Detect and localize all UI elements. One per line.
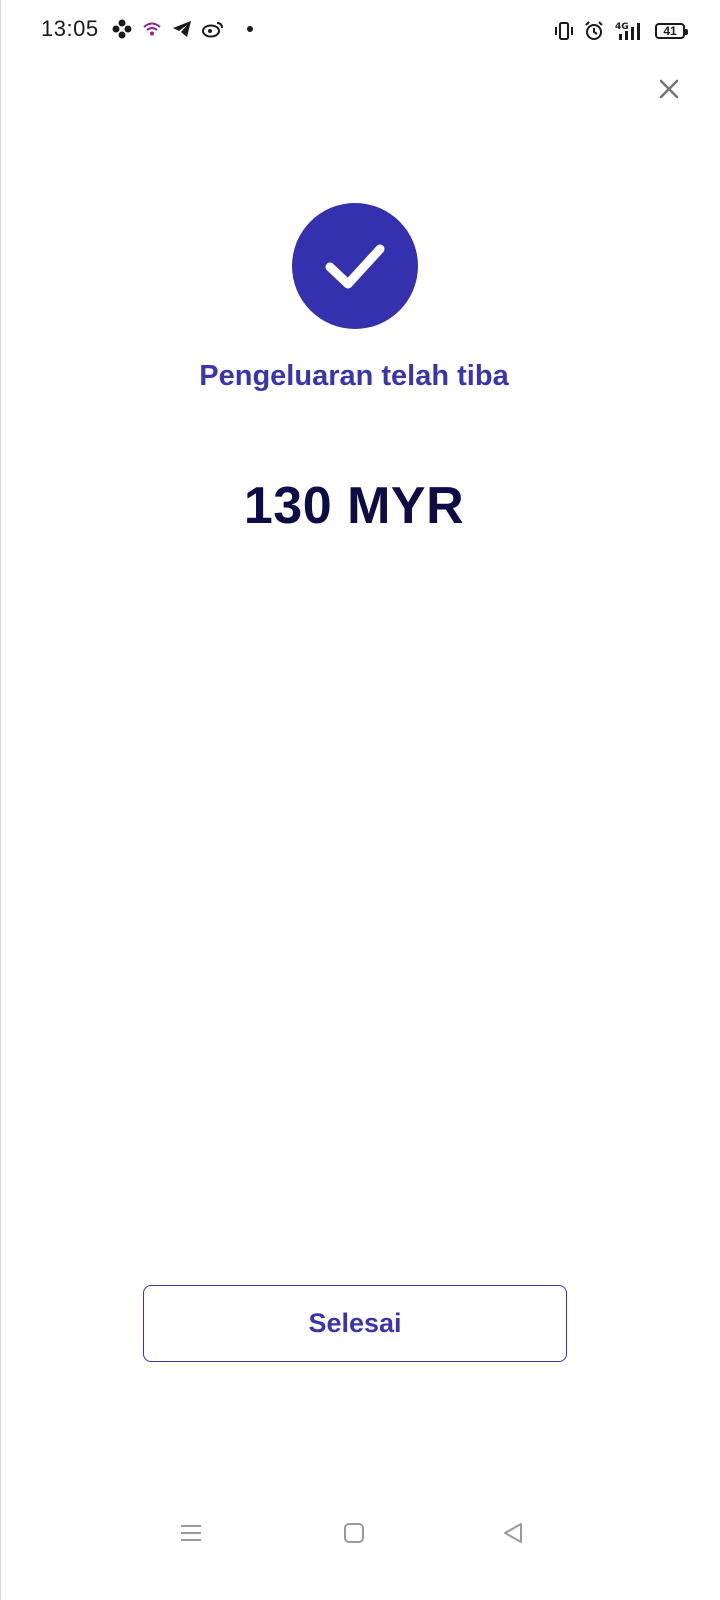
navigation-bar <box>1 1494 720 1600</box>
checkmark-icon <box>325 244 385 289</box>
status-time: 13:05 <box>41 16 99 41</box>
close-icon <box>659 79 679 99</box>
home-icon <box>344 1523 364 1543</box>
weibo-icon <box>201 18 225 40</box>
menu-icon <box>181 1525 201 1541</box>
alarm-icon <box>583 20 605 42</box>
nav-menu-button[interactable] <box>171 1518 211 1548</box>
svg-text:4G: 4G <box>615 22 629 32</box>
status-bar: 13:05 4G 41 <box>1 0 720 64</box>
signal-4g-icon: 4G <box>613 20 647 42</box>
status-left-icons <box>111 18 253 40</box>
done-button[interactable]: Selesai <box>143 1285 567 1362</box>
close-button[interactable] <box>654 74 684 104</box>
wifi-calling-icon <box>141 18 163 40</box>
payout-success-screen: 13:05 4G 41 Pengeluaran telah tiba 130 M… <box>0 0 720 1600</box>
nav-home-button[interactable] <box>334 1518 374 1548</box>
game-icon <box>111 18 133 40</box>
battery-level: 41 <box>663 24 677 38</box>
vibrate-icon <box>553 20 575 42</box>
telegram-icon <box>171 18 193 40</box>
battery-icon: 41 <box>655 23 688 39</box>
success-badge <box>292 203 418 329</box>
success-headline: Pengeluaran telah tiba <box>199 360 509 392</box>
notification-dot <box>247 26 253 32</box>
status-right-icons: 4G 41 <box>553 20 688 42</box>
back-icon <box>504 1523 522 1543</box>
payout-amount: 130 MYR <box>243 477 465 535</box>
nav-back-button[interactable] <box>493 1518 533 1548</box>
